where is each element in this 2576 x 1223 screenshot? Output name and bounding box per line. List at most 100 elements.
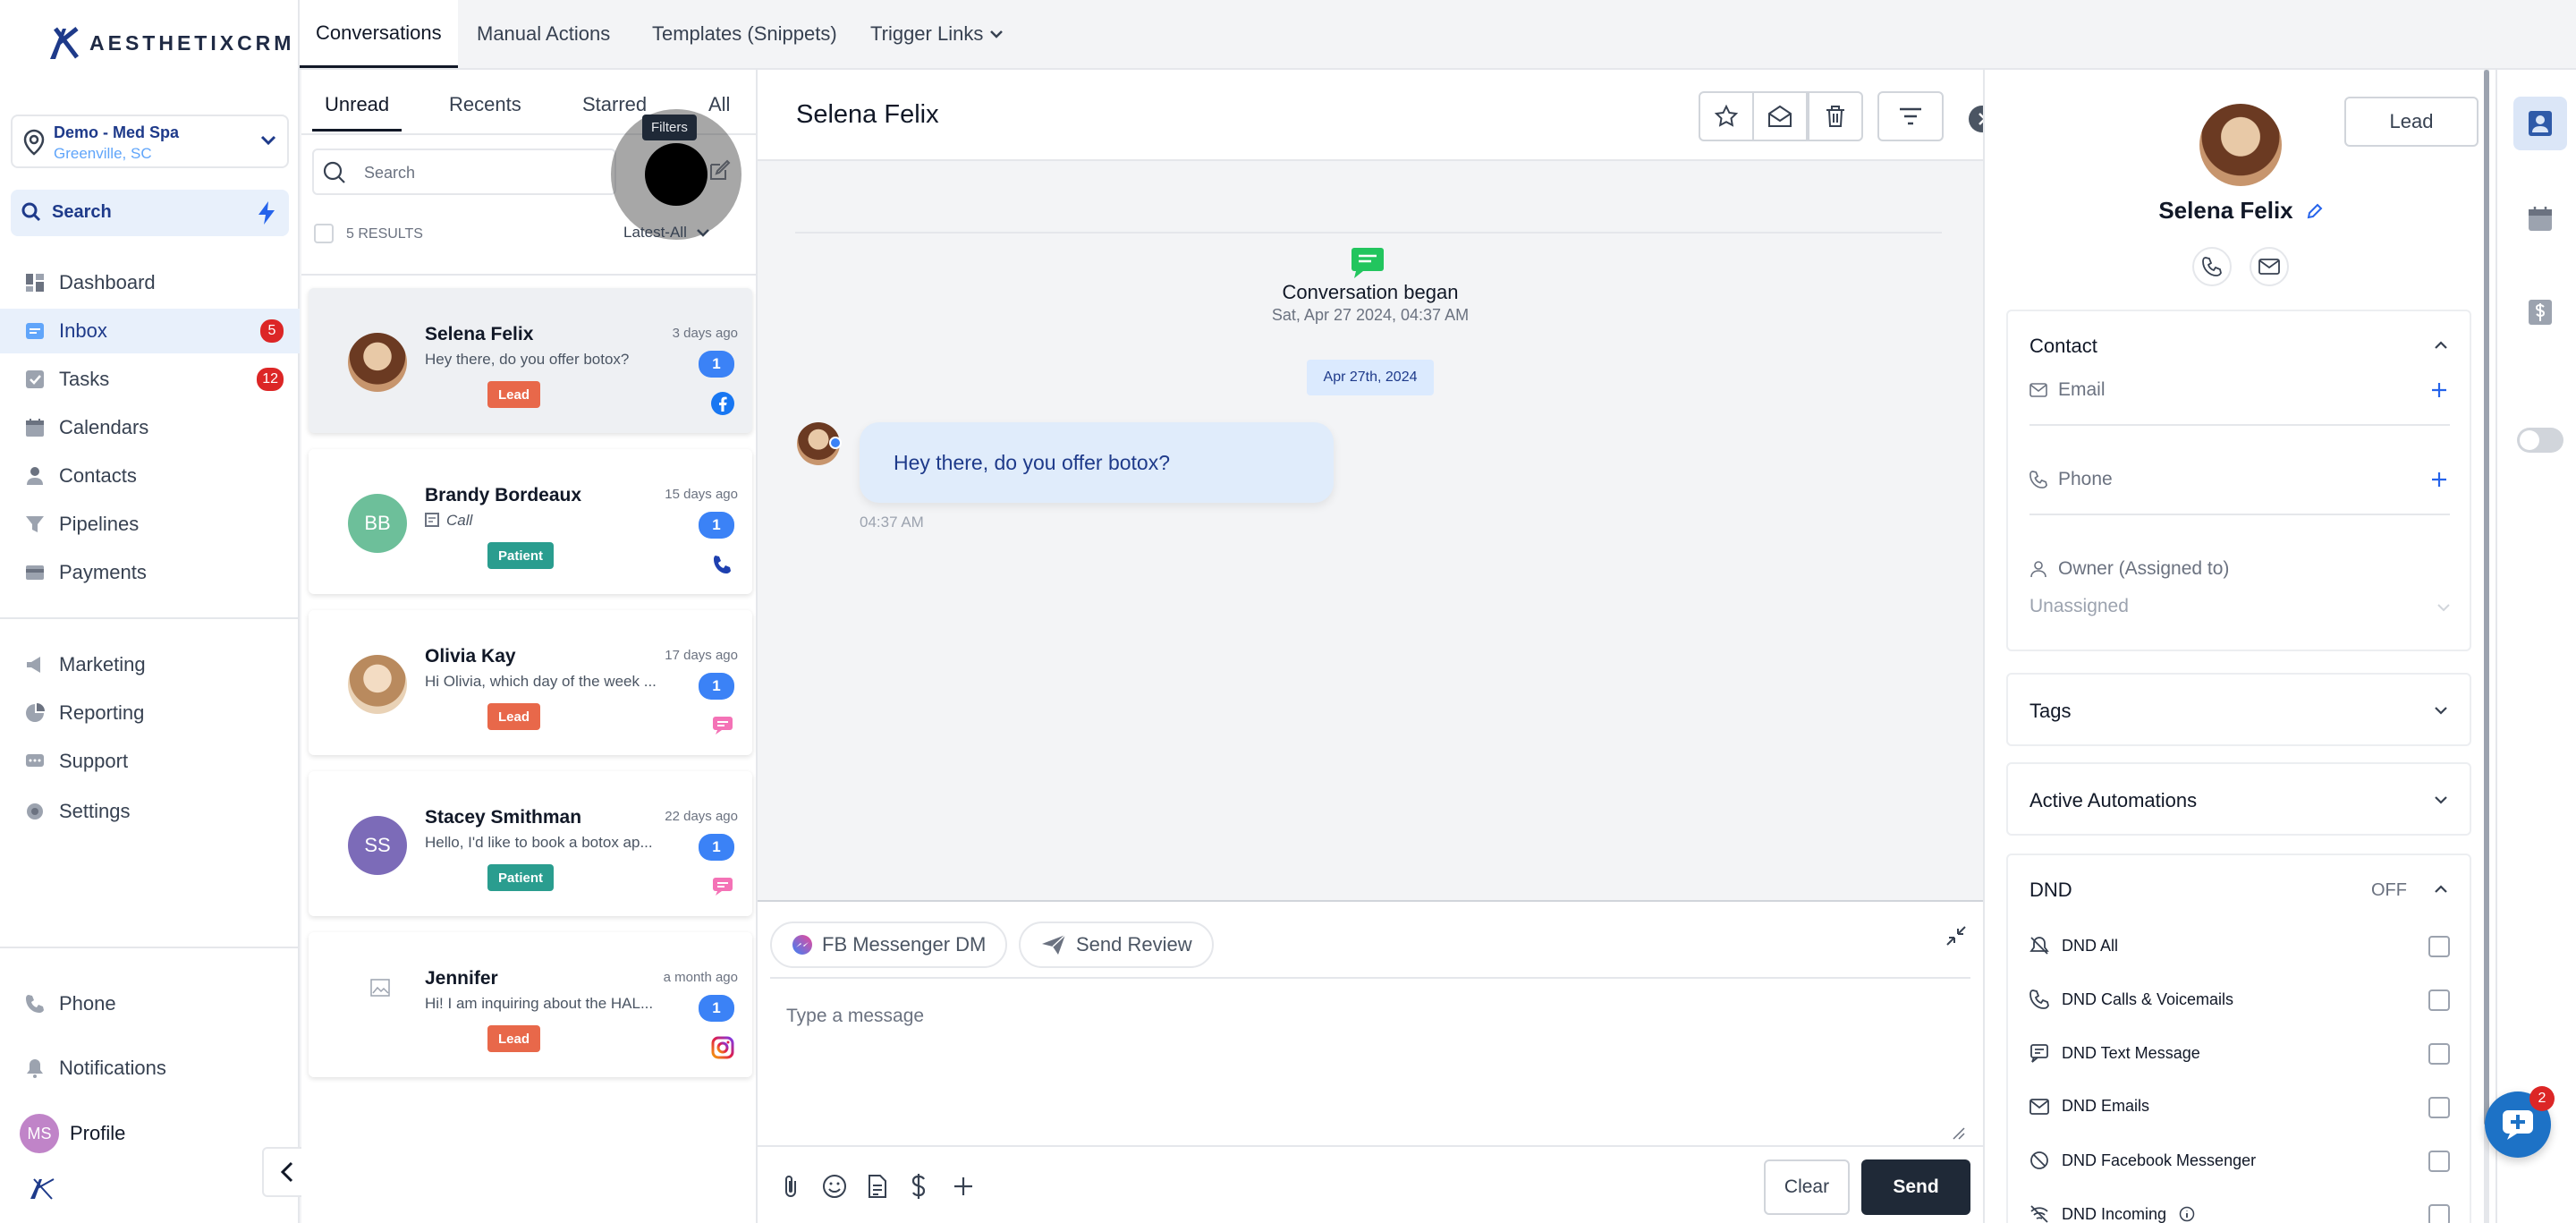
sidebar-item-tasks[interactable]: Tasks 12 bbox=[0, 357, 300, 402]
avatar: MS bbox=[20, 1114, 59, 1153]
inbox-icon bbox=[26, 323, 44, 339]
owner-select[interactable]: Unassigned bbox=[2029, 589, 2450, 624]
filter-button[interactable] bbox=[1877, 91, 1944, 141]
resize-handle-icon[interactable] bbox=[1951, 1125, 1965, 1140]
search-input[interactable]: Search bbox=[312, 149, 616, 195]
sidebar-item-support[interactable]: Support bbox=[0, 739, 300, 784]
sidebar-item-inbox[interactable]: Inbox 5 bbox=[0, 309, 300, 353]
brand-logo[interactable]: AESTHETIXCRM bbox=[47, 25, 294, 61]
sidebar-item-contacts[interactable]: Contacts bbox=[0, 454, 300, 498]
filters-button[interactable] bbox=[645, 143, 708, 206]
email-contact-button[interactable] bbox=[2250, 247, 2289, 286]
filter-tab-starred[interactable]: Starred bbox=[582, 93, 647, 116]
wifi-off-icon bbox=[2030, 1205, 2048, 1223]
automations-section[interactable]: Active Automations bbox=[2006, 762, 2471, 836]
attachment-icon[interactable] bbox=[781, 1174, 802, 1199]
calendar-icon[interactable] bbox=[2528, 206, 2553, 233]
chevron-up-icon[interactable] bbox=[2434, 884, 2448, 895]
filter-tab-unread[interactable]: Unread bbox=[325, 93, 389, 116]
dashboard-icon bbox=[26, 274, 44, 292]
star-button[interactable] bbox=[1699, 91, 1754, 141]
list-item[interactable]: Jennifer Hi! I am inquiring about the HA… bbox=[309, 932, 752, 1077]
dnd-facebook-checkbox[interactable] bbox=[2428, 1151, 2450, 1172]
location-switcher[interactable]: Demo - Med Spa Greenville, SC bbox=[11, 115, 289, 168]
sort-dropdown[interactable]: Latest-All bbox=[623, 224, 710, 242]
sidebar-item-marketing[interactable]: Marketing bbox=[0, 642, 300, 687]
sidebar-item-label: Payments bbox=[59, 561, 147, 583]
delete-button[interactable] bbox=[1808, 91, 1863, 141]
dnd-label: DND Text Message bbox=[2062, 1043, 2200, 1062]
add-phone-icon[interactable] bbox=[2430, 471, 2448, 488]
sidebar-item-payments[interactable]: Payments bbox=[0, 550, 300, 595]
phone-icon bbox=[2029, 471, 2047, 488]
sidebar-item-pipelines[interactable]: Pipelines bbox=[0, 502, 300, 547]
sort-label: Latest-All bbox=[623, 224, 687, 241]
sidebar-item-notifications[interactable]: Notifications bbox=[0, 1046, 300, 1091]
send-button[interactable]: Send bbox=[1861, 1159, 1970, 1215]
tags-section[interactable]: Tags bbox=[2006, 673, 2471, 746]
filter-tab-recents[interactable]: Recents bbox=[449, 93, 521, 116]
sidebar-item-phone[interactable]: Phone bbox=[0, 981, 300, 1026]
composer-toolbar-divider bbox=[758, 1145, 1983, 1147]
sidebar-item-settings[interactable]: Settings bbox=[0, 789, 300, 834]
plus-icon[interactable] bbox=[953, 1176, 974, 1197]
dnd-calls-checkbox[interactable] bbox=[2428, 989, 2450, 1011]
tab-manual-actions[interactable]: Manual Actions bbox=[461, 0, 626, 68]
dnd-all-checkbox[interactable] bbox=[2428, 936, 2450, 957]
sidebar-item-calendars[interactable]: Calendars bbox=[0, 405, 300, 450]
chevron-left-icon bbox=[280, 1161, 293, 1183]
tab-conversations[interactable]: Conversations bbox=[300, 0, 458, 68]
rail-contact-button[interactable] bbox=[2513, 97, 2567, 150]
minimize-icon[interactable] bbox=[1945, 925, 1967, 947]
billing-icon[interactable] bbox=[2528, 299, 2553, 326]
chevron-down-icon bbox=[2435, 796, 2447, 804]
facebook-icon bbox=[711, 392, 734, 415]
dnd-text-checkbox[interactable] bbox=[2428, 1043, 2450, 1065]
chevron-up-icon[interactable] bbox=[2434, 340, 2448, 351]
sidebar-item-profile[interactable]: MS Profile bbox=[0, 1111, 300, 1156]
tab-trigger-links[interactable]: Trigger Links bbox=[854, 0, 1019, 68]
send-review-button[interactable]: Send Review bbox=[1019, 921, 1214, 968]
channel-selector[interactable]: FB Messenger DM bbox=[770, 921, 1008, 968]
mark-unread-button[interactable] bbox=[1752, 91, 1808, 141]
scrollbar-thumb[interactable] bbox=[2484, 70, 2489, 1125]
dnd-incoming-checkbox[interactable] bbox=[2428, 1204, 2450, 1223]
block-icon bbox=[2030, 1151, 2048, 1169]
select-all-checkbox[interactable] bbox=[314, 224, 334, 243]
list-item[interactable]: BB Brandy Bordeaux Call 15 days ago 1 Pa… bbox=[309, 449, 752, 594]
sidebar-item-dashboard[interactable]: Dashboard bbox=[0, 260, 300, 305]
filter-tab-all[interactable]: All bbox=[708, 93, 730, 116]
message-preview: Hey there, do you offer botox? bbox=[425, 351, 630, 368]
sidebar-item-label: Support bbox=[59, 750, 129, 772]
dollar-icon[interactable] bbox=[908, 1172, 929, 1201]
dnd-state: OFF bbox=[2371, 880, 2407, 900]
message-square-icon bbox=[2030, 1044, 2048, 1063]
pipelines-icon bbox=[26, 516, 44, 532]
edit-icon[interactable] bbox=[2306, 202, 2324, 220]
sidebar-item-reporting[interactable]: Reporting bbox=[0, 691, 300, 735]
contact-name: Selena Felix bbox=[425, 324, 534, 344]
sidebar-item-label: Notifications bbox=[59, 1057, 166, 1079]
dnd-emails-checkbox[interactable] bbox=[2428, 1097, 2450, 1118]
clear-button[interactable]: Clear bbox=[1764, 1159, 1850, 1215]
message-input[interactable]: Type a message bbox=[770, 988, 1970, 1145]
list-item[interactable]: SS Stacey Smithman Hello, I'd like to bo… bbox=[309, 771, 752, 916]
gear-icon bbox=[27, 803, 43, 820]
add-email-icon[interactable] bbox=[2430, 381, 2448, 399]
sidebar-search[interactable]: Search bbox=[11, 190, 289, 236]
unread-count: 1 bbox=[699, 512, 734, 539]
lead-status-button[interactable]: Lead bbox=[2344, 97, 2479, 147]
template-icon[interactable] bbox=[867, 1174, 888, 1199]
emoji-icon[interactable] bbox=[822, 1174, 847, 1199]
lightning-icon[interactable] bbox=[257, 200, 276, 225]
list-item[interactable]: Selena Felix Hey there, do you offer bot… bbox=[309, 288, 752, 433]
dnd-all-row: DND All bbox=[2029, 936, 2118, 955]
list-item[interactable]: Olivia Kay Hi Olivia, which day of the w… bbox=[309, 610, 752, 755]
tab-templates[interactable]: Templates (Snippets) bbox=[636, 0, 853, 68]
call-contact-button[interactable] bbox=[2192, 247, 2232, 286]
avatar bbox=[348, 655, 407, 714]
results-count: 5 RESULTS bbox=[346, 226, 423, 242]
owner-label: Owner (Assigned to) bbox=[2058, 558, 2230, 579]
info-icon[interactable] bbox=[2179, 1206, 2195, 1222]
rail-toggle[interactable] bbox=[2517, 428, 2563, 453]
